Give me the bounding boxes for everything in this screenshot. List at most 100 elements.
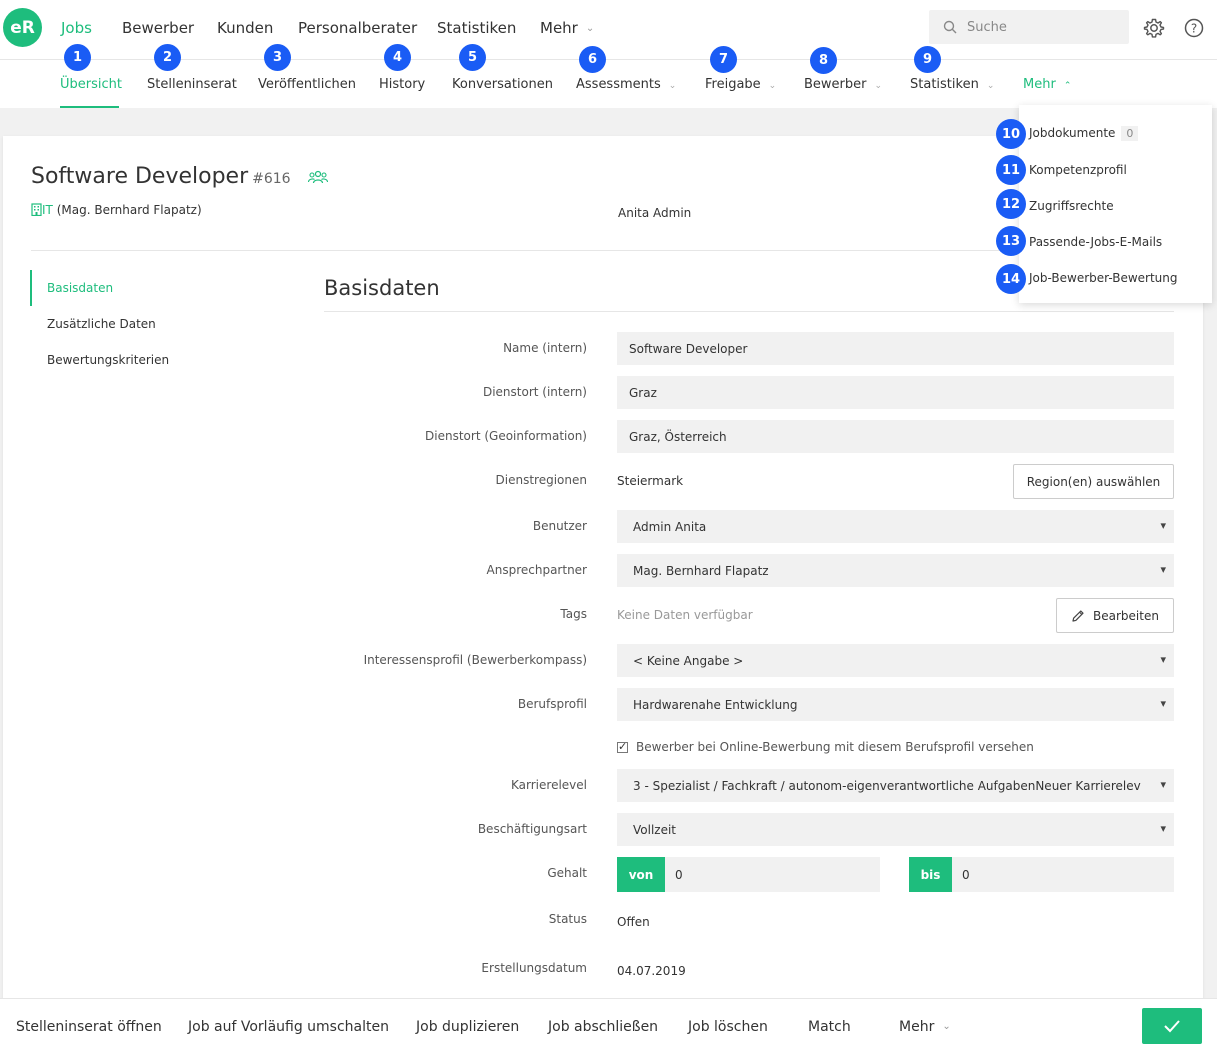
tab-mehr-label: Mehr — [1023, 77, 1056, 92]
tags-label: Tags — [560, 607, 587, 621]
created-label: Erstellungsdatum — [481, 961, 587, 975]
department-link[interactable]: IT — [42, 203, 53, 217]
user-select[interactable]: Admin Anita — [617, 510, 1174, 543]
edit-tags-label: Bearbeiten — [1093, 608, 1159, 623]
gear-icon[interactable] — [1143, 17, 1165, 39]
profession-checkbox-row[interactable]: Bewerber bei Online-Bewerbung mit diesem… — [617, 740, 1034, 754]
profession-label: Berufsprofil — [517, 697, 587, 711]
tab-veroeffentlichen[interactable]: Veröffentlichen — [258, 77, 356, 92]
menu-item-job-bewerber-bewertung[interactable]: Job-Bewerber-Bewertung — [1029, 271, 1178, 285]
name-label: Name (intern) — [503, 341, 587, 355]
tab-mehr[interactable]: Mehr ⌃ — [1023, 77, 1071, 92]
svg-text:?: ? — [1191, 22, 1197, 36]
site-input[interactable]: Graz — [617, 376, 1174, 409]
select-regions-button[interactable]: Region(en) auswählen — [1013, 464, 1174, 499]
employment-select[interactable]: Vollzeit — [617, 813, 1174, 846]
tab-konversationen[interactable]: Konversationen — [452, 77, 553, 92]
salary-label: Gehalt — [547, 866, 587, 880]
tab-history[interactable]: History — [379, 77, 425, 92]
annotation-badge: 7 — [710, 46, 737, 73]
nav-statistiken[interactable]: Statistiken — [437, 19, 516, 37]
tab-stelleninserat[interactable]: Stelleninserat — [147, 77, 237, 92]
tab-freigabe-label: Freigabe — [705, 77, 761, 92]
save-button[interactable] — [1142, 1008, 1202, 1044]
section-title: Basisdaten — [324, 276, 440, 300]
department-info: IT (Mag. Bernhard Flapatz) — [31, 203, 202, 217]
profession-checkbox[interactable] — [617, 740, 628, 753]
sidenav-bewertungskriterien[interactable]: Bewertungskriterien — [47, 353, 169, 367]
salary-from-input[interactable]: 0 — [665, 857, 880, 892]
menu-item-label: Jobdokumente — [1029, 126, 1116, 140]
open-posting-button[interactable]: Stelleninserat öffnen — [16, 1019, 162, 1035]
help-icon[interactable]: ? — [1183, 17, 1205, 39]
annotation-badge: 2 — [154, 44, 181, 71]
nav-mehr[interactable]: Mehr ⌄ — [540, 19, 594, 37]
user-label: Benutzer — [532, 519, 587, 533]
job-number: #616 — [252, 171, 291, 187]
job-owner: Anita Admin — [618, 206, 692, 220]
divider — [31, 250, 1031, 251]
chevron-down-icon: ⌄ — [668, 81, 677, 91]
employment-label: Beschäftigungsart — [477, 822, 587, 836]
tab-statistiken-label: Statistiken — [910, 77, 979, 92]
geo-label: Dienstort (Geoinformation) — [425, 429, 587, 443]
contact-select[interactable]: Mag. Bernhard Flapatz — [617, 554, 1174, 587]
checkbox-label: Bewerber bei Online-Bewerbung mit diesem… — [636, 740, 1034, 754]
app-logo[interactable]: eR — [3, 8, 42, 47]
salary-to-input[interactable]: 0 — [952, 857, 1174, 892]
annotation-badge: 4 — [384, 44, 411, 71]
sidenav-zusaetzliche-daten[interactable]: Zusätzliche Daten — [47, 317, 156, 331]
nav-bewerber[interactable]: Bewerber — [122, 19, 194, 37]
tab-freigabe[interactable]: Freigabe ⌄ — [705, 77, 776, 92]
count-badge: 0 — [1121, 126, 1139, 141]
menu-item-zugriffsrechte[interactable]: Zugriffsrechte — [1029, 199, 1114, 213]
pencil-icon — [1072, 609, 1084, 622]
group-icon[interactable] — [307, 170, 328, 184]
menu-item-kompetenzprofil[interactable]: Kompetenzprofil — [1029, 163, 1127, 177]
annotation-badge: 8 — [810, 47, 837, 74]
status-label: Status — [548, 912, 587, 926]
chevron-down-icon: ⌄ — [986, 81, 995, 91]
more-dropdown-menu: Jobdokumente 0 Kompetenzprofil Zugriffsre… — [1019, 105, 1212, 303]
tab-bewerber[interactable]: Bewerber ⌄ — [804, 77, 882, 92]
active-section-indicator — [30, 270, 32, 306]
interest-select[interactable]: < Keine Angabe > — [617, 644, 1174, 677]
name-input[interactable]: Software Developer — [617, 332, 1174, 365]
career-select[interactable]: 3 - Spezialist / Fachkraft / autonom-eig… — [617, 769, 1174, 802]
edit-tags-button[interactable]: Bearbeiten — [1056, 598, 1174, 633]
duplicate-job-button[interactable]: Job duplizieren — [416, 1019, 519, 1035]
menu-item-passende-jobs-emails[interactable]: Passende-Jobs-E-Mails — [1029, 235, 1162, 249]
chevron-down-icon: ⌄ — [942, 1021, 951, 1032]
toggle-provisional-button[interactable]: Job auf Vorläufig umschalten — [188, 1019, 389, 1035]
regions-label: Dienstregionen — [495, 473, 587, 487]
tab-assessments[interactable]: Assessments ⌄ — [576, 77, 676, 92]
active-tab-indicator — [60, 106, 119, 108]
nav-personalberater[interactable]: Personalberater — [298, 19, 417, 37]
tab-statistiken[interactable]: Statistiken ⌄ — [910, 77, 994, 92]
chevron-up-icon: ⌃ — [1063, 81, 1072, 91]
nav-kunden[interactable]: Kunden — [217, 19, 273, 37]
salary-from-label: von — [617, 857, 665, 892]
close-job-button[interactable]: Job abschließen — [548, 1019, 658, 1035]
match-button[interactable]: Match — [808, 1019, 851, 1035]
tab-uebersicht[interactable]: Übersicht — [60, 77, 122, 92]
annotation-badge: 12 — [996, 189, 1026, 219]
chevron-down-icon: ⌄ — [585, 23, 595, 34]
profession-select[interactable]: Hardwarenahe Entwicklung — [617, 688, 1174, 721]
tab-bewerber-label: Bewerber — [804, 77, 867, 92]
menu-item-jobdokumente[interactable]: Jobdokumente 0 — [1029, 126, 1139, 141]
search-box[interactable] — [929, 10, 1129, 44]
nav-mehr-label: Mehr — [540, 19, 578, 37]
footer-more-button[interactable]: Mehr ⌄ — [899, 1019, 951, 1035]
building-icon — [31, 203, 42, 217]
nav-jobs[interactable]: Jobs — [61, 19, 92, 37]
divider — [324, 311, 1174, 312]
annotation-badge: 11 — [996, 155, 1026, 185]
site-label: Dienstort (intern) — [482, 385, 587, 399]
annotation-badge: 10 — [996, 119, 1026, 149]
search-input[interactable] — [967, 19, 1117, 35]
delete-job-button[interactable]: Job löschen — [688, 1019, 768, 1035]
department-contact: (Mag. Bernhard Flapatz) — [56, 203, 202, 217]
sidenav-basisdaten[interactable]: Basisdaten — [47, 281, 113, 295]
geo-input[interactable]: Graz, Österreich — [617, 420, 1174, 453]
